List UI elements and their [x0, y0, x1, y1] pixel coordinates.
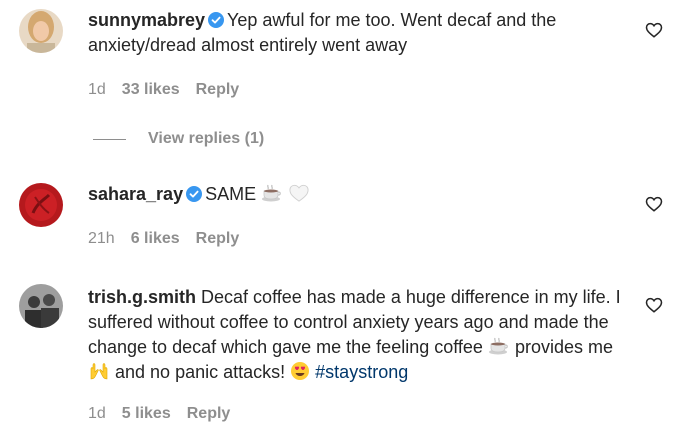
- hashtag-link[interactable]: #staystrong: [315, 362, 408, 382]
- verified-badge-icon: [186, 186, 203, 202]
- reply-line: [93, 138, 126, 140]
- coffee-icon: [262, 184, 281, 202]
- comment-meta: 1d 33 likes Reply: [88, 81, 255, 99]
- raised-hands-icon: [90, 363, 108, 380]
- timestamp[interactable]: 1d: [88, 405, 106, 422]
- username[interactable]: sunnymabrey: [88, 10, 205, 30]
- comment-text: sahara_ray SAME: [88, 182, 628, 207]
- coffee-icon: [488, 337, 508, 355]
- comment-body-3: and no panic attacks!: [115, 362, 286, 382]
- view-replies-label: View replies (1): [148, 130, 265, 147]
- view-replies-button[interactable]: View replies (1): [93, 129, 264, 149]
- avatar[interactable]: [19, 183, 63, 227]
- reply-button[interactable]: Reply: [196, 81, 240, 98]
- timestamp[interactable]: 1d: [88, 81, 106, 98]
- like-heart-icon[interactable]: [645, 21, 663, 39]
- comment-text: trish.g.smith Decaf coffee has made a hu…: [88, 285, 628, 385]
- avatar[interactable]: [19, 9, 63, 53]
- like-heart-icon[interactable]: [645, 195, 663, 213]
- heart-eyes-emoji-icon: [291, 362, 310, 380]
- reply-button[interactable]: Reply: [196, 230, 240, 247]
- comment-meta: 1d 5 likes Reply: [88, 405, 246, 423]
- reply-button[interactable]: Reply: [187, 405, 231, 422]
- avatar[interactable]: [19, 284, 63, 328]
- username[interactable]: trish.g.smith: [88, 287, 196, 307]
- timestamp[interactable]: 21h: [88, 230, 115, 247]
- comment-body-2: provides me: [514, 337, 614, 357]
- likes-count[interactable]: 5 likes: [122, 405, 171, 422]
- comment-meta: 21h 6 likes Reply: [88, 230, 255, 248]
- likes-count[interactable]: 6 likes: [131, 230, 180, 247]
- likes-count[interactable]: 33 likes: [122, 81, 180, 98]
- white-heart-icon: [289, 184, 309, 202]
- verified-badge-icon: [208, 12, 225, 28]
- comment-body: SAME: [205, 184, 257, 204]
- like-heart-icon[interactable]: [645, 296, 663, 314]
- username[interactable]: sahara_ray: [88, 184, 183, 204]
- comment-text: sunnymabrey Yep awful for me too. Went de…: [88, 8, 628, 58]
